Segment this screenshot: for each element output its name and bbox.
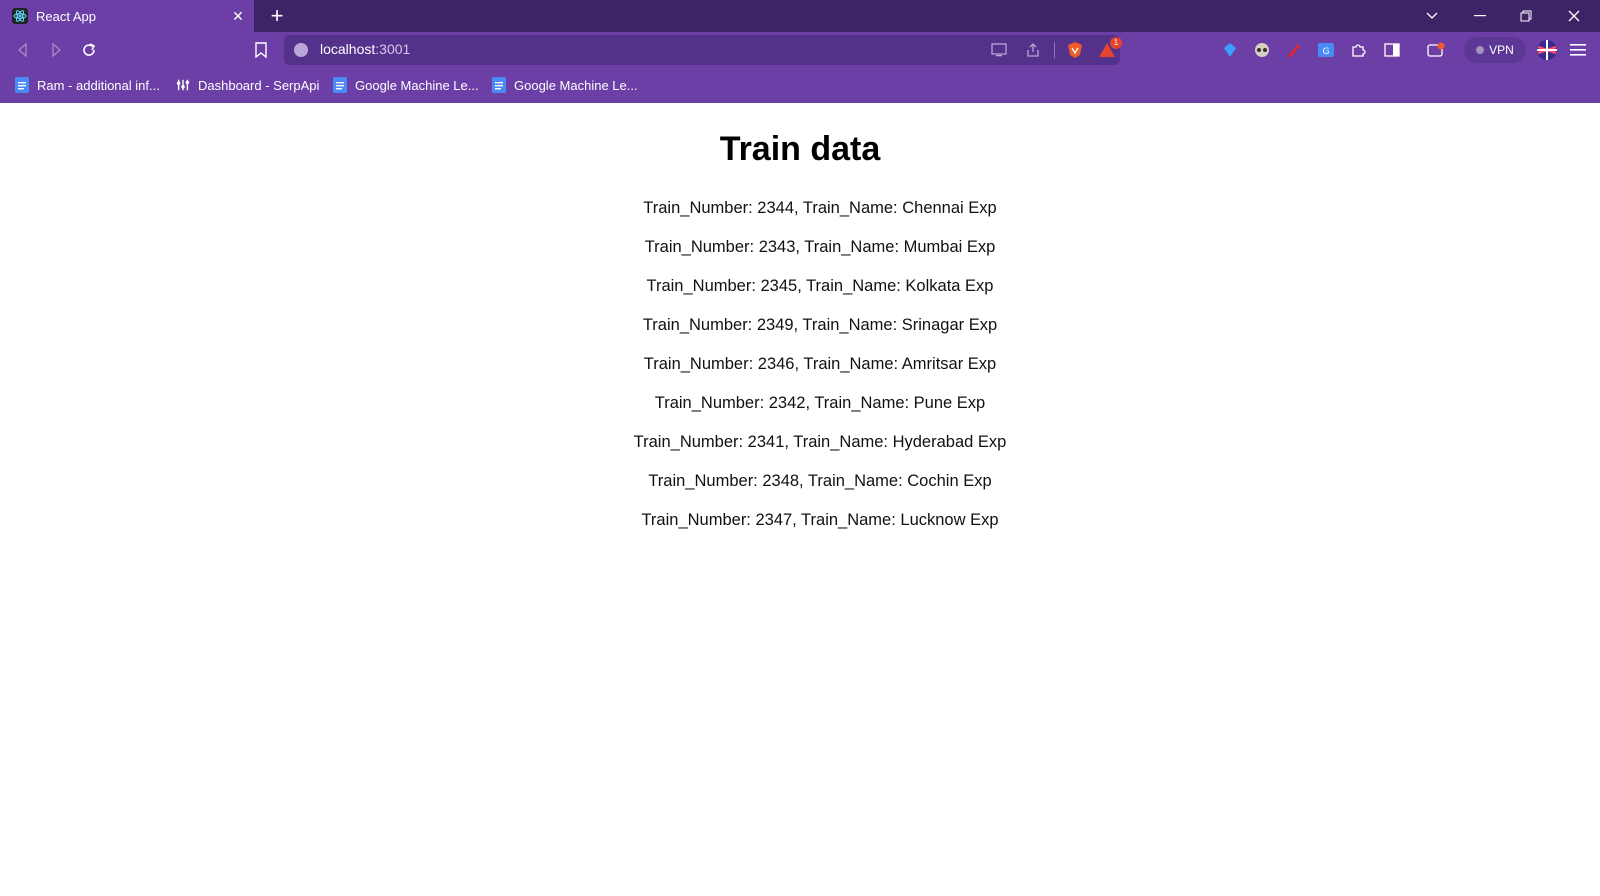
train-item: Train_Number: 2342, Train_Name: Pune Exp	[654, 394, 986, 412]
serpapi-icon	[176, 77, 190, 93]
train-item: Train_Number: 2344, Train_Name: Chennai …	[643, 199, 997, 217]
train-item: Train_Number: 2347, Train_Name: Lucknow …	[641, 511, 999, 529]
page-title: Train data	[719, 130, 881, 168]
forward-icon[interactable]	[45, 39, 67, 61]
train-item: Train_Number: 2341, Train_Name: Hyderaba…	[633, 433, 1007, 451]
react-icon	[12, 8, 28, 24]
divider	[1054, 42, 1055, 58]
close-window-icon[interactable]	[1552, 0, 1596, 32]
tab-title: React App	[36, 8, 96, 24]
incognito-extension-icon[interactable]	[1252, 40, 1272, 60]
brave-shields-icon[interactable]	[1066, 41, 1084, 59]
rewards-badge: 1	[1110, 37, 1122, 49]
bookmark-label: Google Machine Le...	[514, 77, 638, 93]
bookmark-label: Ram - additional inf...	[37, 77, 160, 93]
bookmark-item[interactable]: Ram - additional inf...	[15, 75, 160, 95]
train-list: Train_Number: 2344, Train_Name: Chennai …	[0, 189, 1600, 540]
brave-rewards-icon[interactable]: 1	[1098, 37, 1122, 59]
tab-search-chevron-icon[interactable]	[1410, 0, 1454, 32]
extensions-puzzle-icon[interactable]	[1348, 40, 1368, 60]
tab-strip: React App ✕ +	[0, 0, 1600, 32]
share-icon[interactable]	[1024, 41, 1042, 59]
site-info-icon[interactable]	[294, 43, 308, 57]
bookmarks-bar: Ram - additional inf... Dashboard - Serp…	[0, 68, 1600, 103]
bookmark-item[interactable]: Google Machine Le...	[492, 75, 638, 95]
pen-extension-icon[interactable]	[1284, 40, 1304, 60]
close-tab-icon[interactable]: ✕	[230, 8, 246, 24]
sidebar-icon[interactable]	[1382, 40, 1402, 60]
wallet-icon[interactable]	[1426, 40, 1446, 60]
bookmark-item[interactable]: Google Machine Le...	[333, 75, 479, 95]
train-item: Train_Number: 2348, Train_Name: Cochin E…	[648, 472, 992, 490]
back-icon[interactable]	[12, 39, 34, 61]
vpn-status-icon	[1476, 46, 1485, 54]
tab-react-app[interactable]: React App ✕	[0, 0, 254, 32]
address-bar[interactable]: localhost:3001 1	[284, 35, 1122, 65]
minimize-icon[interactable]	[1458, 0, 1502, 32]
vpn-label: VPN	[1489, 43, 1514, 57]
vpn-button[interactable]: VPN	[1464, 37, 1526, 63]
bookmark-icon[interactable]	[250, 39, 272, 61]
doc-icon	[333, 77, 347, 93]
bookmark-item[interactable]: Dashboard - SerpApi	[176, 75, 319, 95]
new-tab-button[interactable]: +	[266, 5, 288, 27]
restore-icon[interactable]	[1504, 0, 1548, 32]
gem-extension-icon[interactable]	[1220, 40, 1240, 60]
train-item: Train_Number: 2349, Train_Name: Srinagar…	[642, 316, 998, 334]
doc-icon	[492, 77, 506, 93]
train-item: Train_Number: 2346, Train_Name: Amritsar…	[643, 355, 997, 373]
translate-icon[interactable]: G	[1316, 40, 1336, 60]
browser-chrome: React App ✕ + localhost:3001 1 G VPN Ram…	[0, 0, 1600, 103]
reload-icon[interactable]	[78, 39, 100, 61]
train-item: Train_Number: 2345, Train_Name: Kolkata …	[646, 277, 994, 295]
address-text: localhost:3001	[320, 41, 411, 57]
profile-avatar[interactable]	[1536, 39, 1558, 61]
svg-text:G: G	[1323, 47, 1330, 57]
page-content: Train data Train_Number: 2344, Train_Nam…	[0, 103, 1600, 896]
menu-icon[interactable]	[1568, 40, 1588, 60]
toolbar: localhost:3001 1 G VPN	[0, 32, 1600, 68]
cast-icon[interactable]	[990, 41, 1008, 59]
bookmark-label: Google Machine Le...	[355, 77, 479, 93]
train-item: Train_Number: 2343, Train_Name: Mumbai E…	[644, 238, 996, 256]
doc-icon	[15, 77, 29, 93]
bookmark-label: Dashboard - SerpApi	[198, 77, 320, 93]
